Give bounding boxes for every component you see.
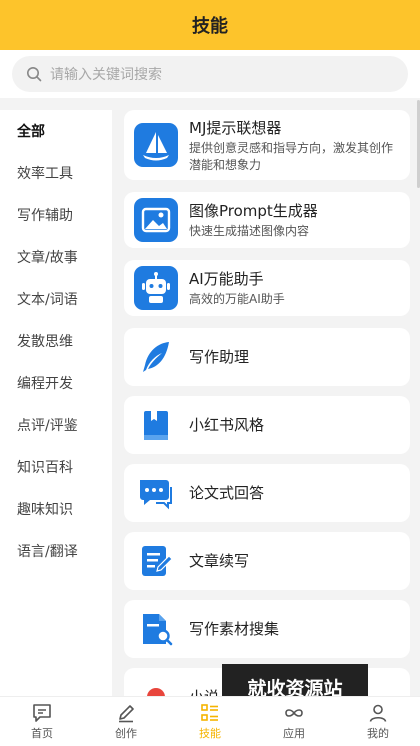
category-article-story[interactable]: 文章/故事 <box>0 236 112 278</box>
category-label: 编程开发 <box>17 376 73 392</box>
category-label: 点评/评鉴 <box>17 418 78 434</box>
document-search-icon <box>143 614 173 646</box>
image-icon <box>134 198 178 242</box>
skill-name: 图像Prompt生成器 <box>189 202 318 220</box>
edit-document-icon <box>142 546 173 576</box>
skill-card-article-continuation[interactable]: 文章续写 <box>124 532 410 590</box>
bottom-tab-bar: 首页 创作 技能 应用 我的 <box>0 696 420 746</box>
list-icon <box>201 704 218 721</box>
skill-card-paper-answer[interactable]: 论文式回答 <box>124 464 410 522</box>
tab-skills[interactable]: 技能 <box>168 697 252 746</box>
category-label: 语言/翻译 <box>17 544 78 560</box>
category-label: 文章/故事 <box>17 250 78 266</box>
tab-create[interactable]: 创作 <box>84 697 168 746</box>
search-icon <box>27 67 42 82</box>
tab-label: 我的 <box>367 727 389 740</box>
search-placeholder: 请输入关键词搜索 <box>50 67 162 83</box>
tab-home[interactable]: 首页 <box>0 697 84 746</box>
category-all[interactable]: 全部 <box>0 110 112 152</box>
skill-card-image-prompt[interactable]: 图像Prompt生成器 快速生成描述图像内容 <box>124 192 410 248</box>
skill-card-material-collection[interactable]: 写作素材搜集 <box>124 600 410 658</box>
category-text-words[interactable]: 文本/词语 <box>0 278 112 320</box>
skill-description: 高效的万能AI助手 <box>189 292 285 306</box>
category-language-translation[interactable]: 语言/翻译 <box>0 530 112 572</box>
chat-bubbles-icon <box>140 480 172 510</box>
feather-icon <box>143 342 169 372</box>
category-programming[interactable]: 编程开发 <box>0 362 112 404</box>
skill-name: 写作素材搜集 <box>189 620 280 638</box>
category-label: 全部 <box>17 124 45 140</box>
message-icon <box>33 704 51 722</box>
tab-label: 技能 <box>199 727 221 740</box>
skill-name: 小红书风格 <box>189 416 265 434</box>
skill-name: MJ提示联想器 <box>189 119 282 137</box>
skill-card-xiaohongshu-style[interactable]: 小红书风格 <box>124 396 410 454</box>
category-encyclopedia[interactable]: 知识百科 <box>0 446 112 488</box>
skill-description: 快速生成描述图像内容 <box>189 224 310 238</box>
skill-description: 提供创意灵感和指导方向，激发其创作潜能和想象力 <box>189 141 394 172</box>
category-label: 知识百科 <box>17 460 73 476</box>
sailboat-icon <box>134 123 178 167</box>
category-efficiency-tools[interactable]: 效率工具 <box>0 152 112 194</box>
category-writing-aid[interactable]: 写作辅助 <box>0 194 112 236</box>
book-icon <box>144 411 168 440</box>
tab-label: 首页 <box>31 727 53 740</box>
skill-icon <box>147 688 165 696</box>
user-icon <box>369 704 387 722</box>
search-input[interactable]: 请输入关键词搜索 <box>12 56 408 92</box>
tab-profile[interactable]: 我的 <box>336 697 420 746</box>
search-area: 请输入关键词搜索 <box>0 50 420 98</box>
tab-label: 应用 <box>283 727 305 740</box>
skill-card-ai-assistant[interactable]: AI万能助手 高效的万能AI助手 <box>124 260 410 316</box>
category-label: 文本/词语 <box>17 292 78 308</box>
skill-name: 写作助理 <box>189 348 250 366</box>
infinity-icon <box>285 709 303 717</box>
skill-name: AI万能助手 <box>189 270 264 288</box>
skill-name: 论文式回答 <box>189 484 265 502</box>
skill-name: 文章续写 <box>189 552 250 570</box>
category-sidebar: 全部 效率工具 写作辅助 文章/故事 文本/词语 发散思维 编程开发 点评/评鉴… <box>0 110 112 696</box>
category-divergent-thinking[interactable]: 发散思维 <box>0 320 112 362</box>
category-label: 发散思维 <box>17 334 73 350</box>
category-label: 写作辅助 <box>17 208 73 224</box>
category-label: 效率工具 <box>17 166 73 182</box>
skill-card-mj-prompt[interactable]: MJ提示联想器 提供创意灵感和指导方向，激发其创作潜能和想象力 <box>124 110 410 180</box>
tab-label: 创作 <box>115 727 137 740</box>
robot-icon <box>134 266 178 310</box>
category-review[interactable]: 点评/评鉴 <box>0 404 112 446</box>
top-bar: 技能 <box>0 0 420 50</box>
tab-apps[interactable]: 应用 <box>252 697 336 746</box>
category-fun-knowledge[interactable]: 趣味知识 <box>0 488 112 530</box>
category-label: 趣味知识 <box>17 502 73 518</box>
pen-icon <box>119 705 134 723</box>
skill-list: MJ提示联想器 提供创意灵感和指导方向，激发其创作潜能和想象力 图像Prompt… <box>112 98 420 696</box>
page-title: 技能 <box>192 16 228 37</box>
skill-card-writing-assistant[interactable]: 写作助理 <box>124 328 410 386</box>
